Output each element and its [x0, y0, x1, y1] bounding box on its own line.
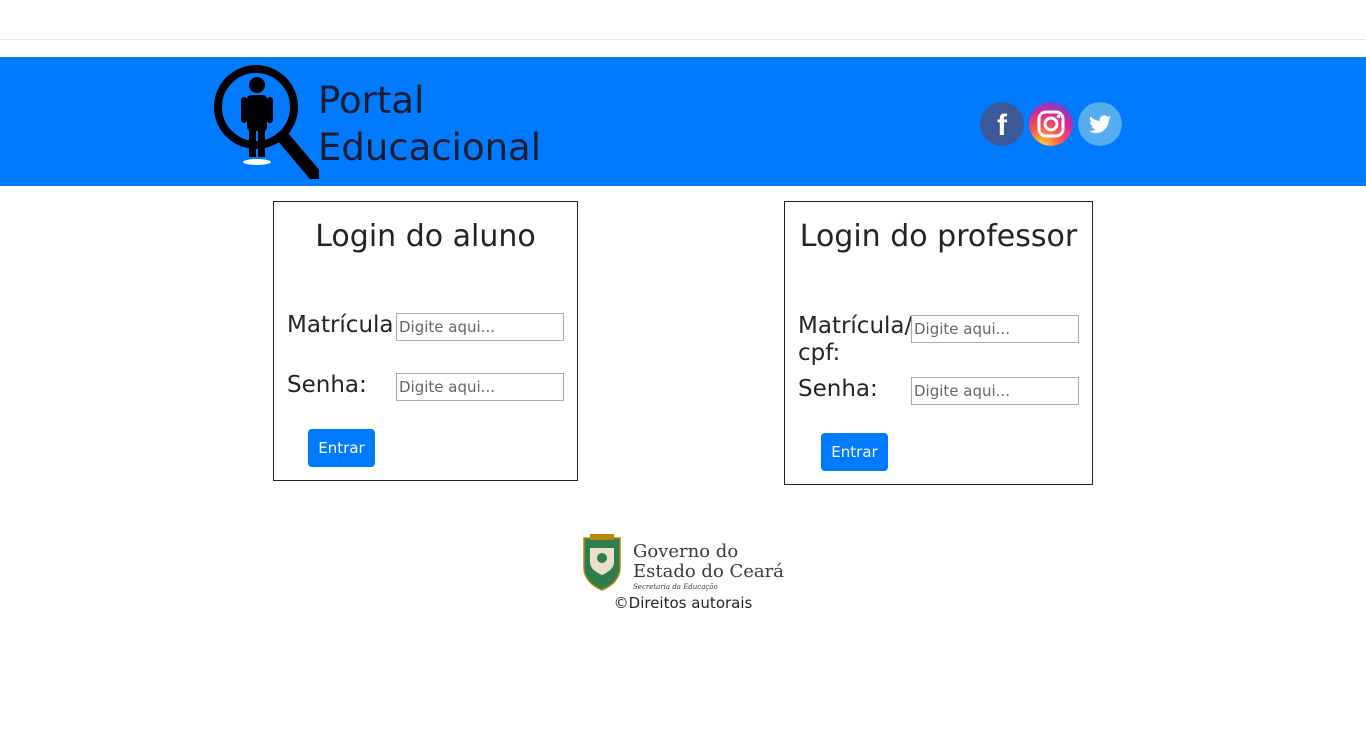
- twitter-icon[interactable]: [1078, 102, 1122, 146]
- teacher-senha-label: Senha:: [798, 376, 878, 402]
- teacher-login-card: Login do professor Matrícula/ cpf: Senha…: [784, 201, 1093, 485]
- governo-ceara-logo: Governo do Estado do Ceará Secretaria da…: [583, 534, 784, 591]
- teacher-login-title: Login do professor: [799, 219, 1078, 254]
- student-senha-label: Senha:: [287, 372, 367, 398]
- student-login-title: Login do aluno: [315, 219, 536, 254]
- student-matricula-label: Matrícula:: [287, 312, 402, 338]
- facebook-icon[interactable]: f: [980, 102, 1024, 146]
- site-header: Portal Educacional f: [0, 57, 1366, 186]
- teacher-senha-input[interactable]: [911, 377, 1079, 405]
- browser-top-strip: [0, 0, 1366, 40]
- teacher-matricula-input[interactable]: [911, 315, 1079, 343]
- svg-text:f: f: [997, 109, 1008, 142]
- teacher-matricula-label: Matrícula/ cpf:: [798, 313, 912, 367]
- brand-line-1: Portal: [318, 79, 425, 122]
- svg-text:Governo do: Governo do: [633, 541, 738, 562]
- svg-text:Estado do Ceará: Estado do Ceará: [633, 561, 784, 582]
- student-submit-button[interactable]: Entrar: [308, 429, 375, 467]
- svg-text:Secretaria da Educação: Secretaria da Educação: [633, 583, 718, 591]
- copyright-text: ©Direitos autorais: [613, 594, 753, 612]
- teacher-matricula-label-line-2: cpf:: [798, 340, 841, 366]
- person-magnifier-icon: [214, 65, 319, 179]
- brand-line-2: Educacional: [318, 126, 541, 169]
- teacher-matricula-label-line-1: Matrícula/: [798, 313, 913, 339]
- teacher-submit-button[interactable]: Entrar: [821, 433, 888, 471]
- student-login-card: Login do aluno Matrícula: Senha: Entrar: [273, 201, 578, 481]
- brand-title: Portal Educacional: [318, 77, 541, 171]
- instagram-icon[interactable]: [1029, 102, 1073, 146]
- student-senha-input[interactable]: [396, 373, 564, 401]
- student-matricula-input[interactable]: [396, 313, 564, 341]
